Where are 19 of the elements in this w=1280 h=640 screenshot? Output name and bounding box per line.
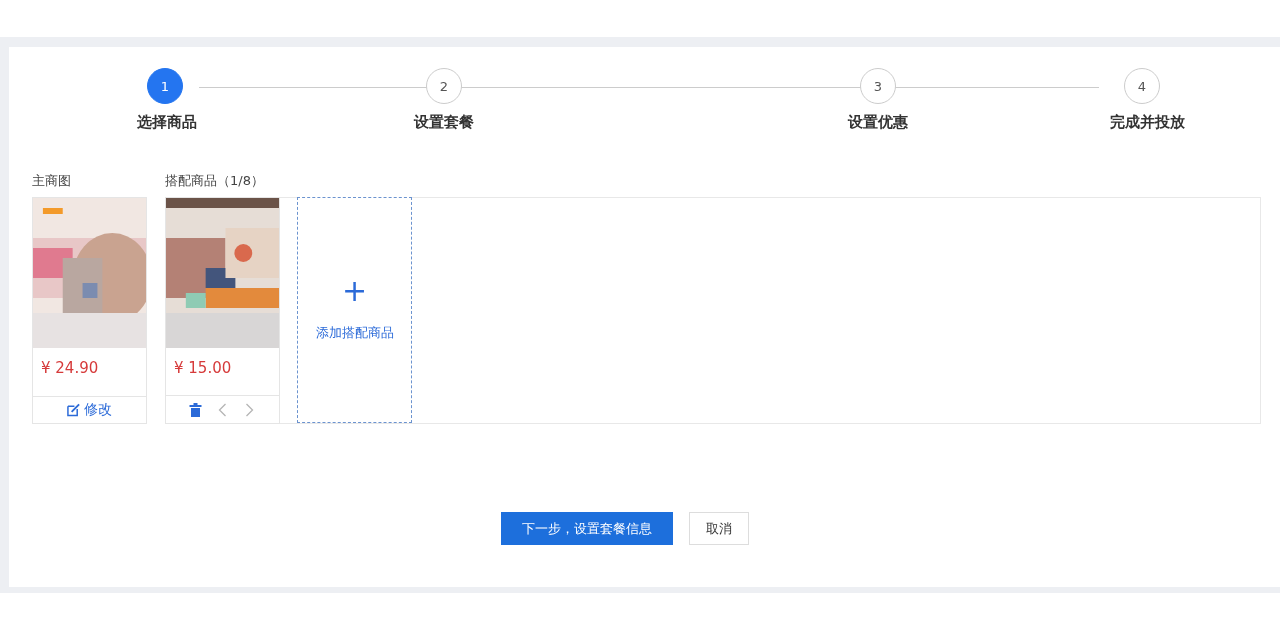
add-product-button[interactable]: + 添加搭配商品 (297, 197, 412, 423)
chevron-left-icon[interactable] (216, 402, 229, 417)
chevron-right-icon[interactable] (243, 402, 256, 417)
section-label: 主商图 (32, 174, 72, 188)
cancel-button[interactable]: 取消 (688, 512, 749, 545)
step-label: 完成并投放 (1110, 113, 1185, 132)
step-label: 选择商品 (137, 113, 197, 132)
step-label: 设置套餐 (414, 113, 474, 132)
next-button[interactable]: 下一步，设置套餐信息 (500, 512, 673, 545)
trash-icon[interactable] (189, 402, 202, 417)
step-number: 2 (426, 68, 462, 104)
price: ¥ 15.00 (173, 358, 233, 379)
step-label: 设置优惠 (848, 113, 908, 132)
edit-icon (67, 403, 80, 417)
step-number: 3 (860, 68, 896, 104)
section-label: 搭配商品（1/8） (165, 174, 265, 188)
step-number: 4 (1124, 68, 1160, 104)
step-number: 1 (147, 68, 183, 104)
price: ¥ 24.90 (40, 358, 100, 379)
